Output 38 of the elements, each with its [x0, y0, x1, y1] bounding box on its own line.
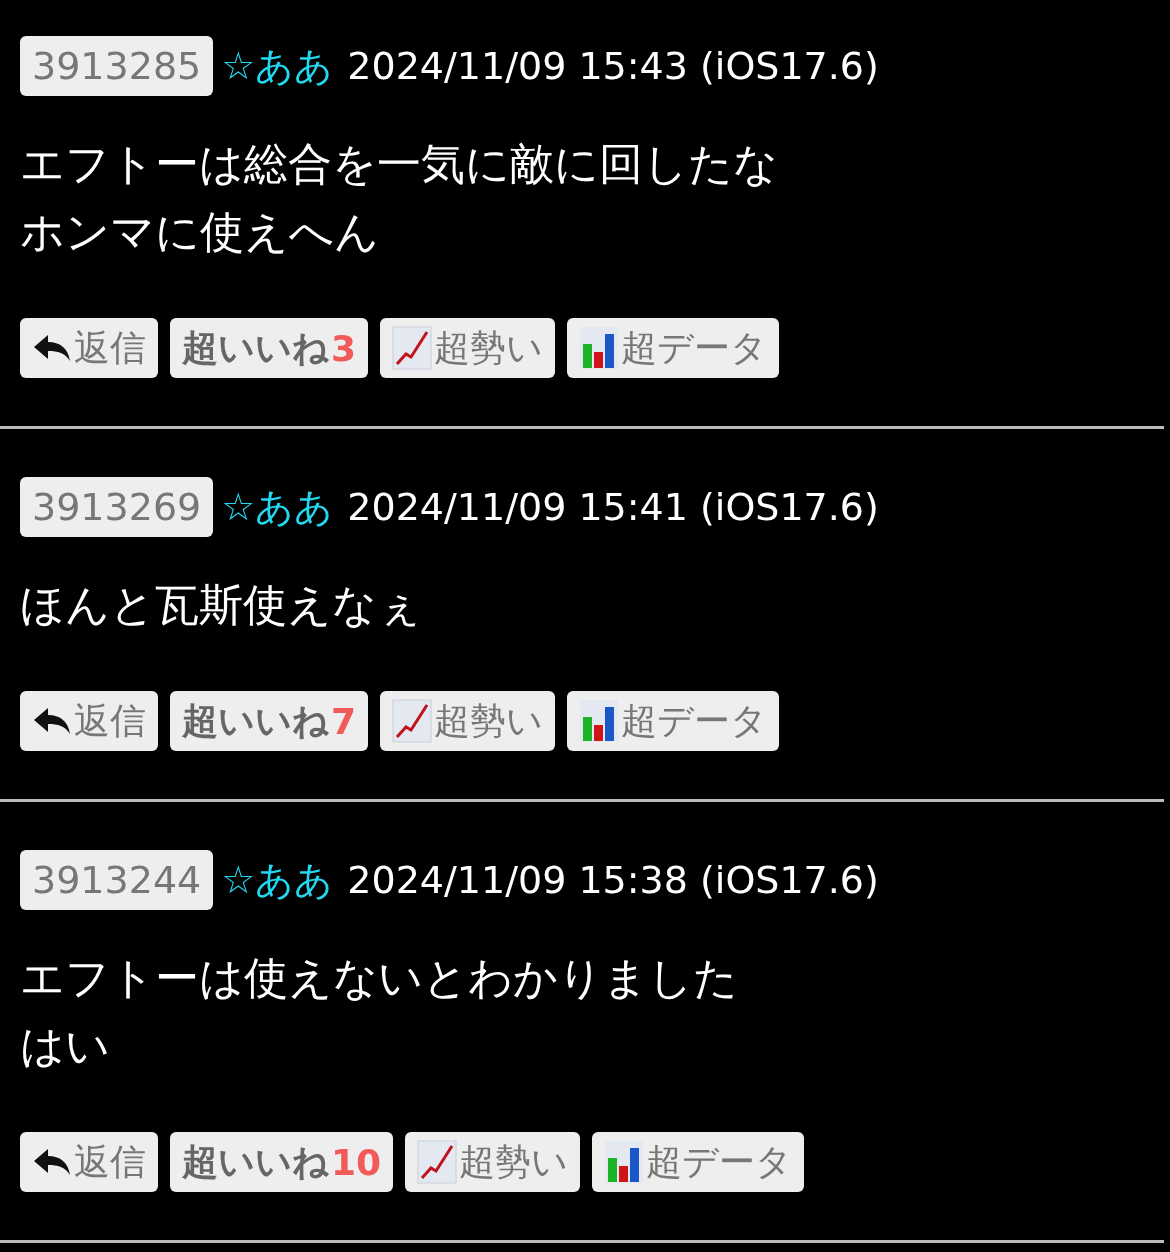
- like-count: 3: [331, 327, 357, 369]
- data-button[interactable]: 超データ: [592, 1132, 805, 1192]
- bar-chart-icon: [604, 1140, 645, 1184]
- post-date: 2024/11/09 15:38 (iOS17.6): [347, 858, 879, 902]
- post-text-line: ホンマに使えへん: [20, 205, 379, 259]
- poster-name: ☆ああ: [221, 483, 334, 531]
- reply-arrow-icon: [32, 1147, 72, 1177]
- post-date: 2024/11/09 15:41 (iOS17.6): [347, 485, 879, 529]
- line-chart-icon: [392, 699, 433, 743]
- line-chart-icon: [417, 1140, 458, 1184]
- data-button[interactable]: 超データ: [567, 318, 780, 378]
- data-button[interactable]: 超データ: [567, 691, 780, 751]
- super-like-button[interactable]: 超いいね10: [170, 1132, 394, 1192]
- post-date: 2024/11/09 15:43 (iOS17.6): [347, 44, 879, 88]
- poster-name: ☆ああ: [221, 42, 334, 90]
- super-like-button[interactable]: 超いいね3: [170, 318, 369, 378]
- post-number[interactable]: 3913285: [20, 36, 214, 96]
- post-text-line: ほんと瓦斯使えなぇ: [20, 578, 422, 632]
- post-number[interactable]: 3913244: [20, 850, 214, 910]
- reply-button[interactable]: 返信: [20, 1132, 158, 1192]
- trend-button[interactable]: 超勢い: [405, 1132, 581, 1192]
- post-number[interactable]: 3913269: [20, 477, 214, 537]
- super-like-button[interactable]: 超いいね7: [170, 691, 369, 751]
- reply-arrow-icon: [32, 333, 72, 363]
- trend-button[interactable]: 超勢い: [380, 318, 556, 378]
- reply-button[interactable]: 返信: [20, 691, 158, 751]
- post-text-line: はい: [20, 1019, 110, 1073]
- bar-chart-icon: [579, 699, 620, 743]
- post-text-line: エフトーは使えないとわかりました: [20, 951, 738, 1005]
- post-text-line: エフトーは総合を一気に敵に回したな: [20, 137, 778, 191]
- bar-chart-icon: [579, 326, 620, 370]
- line-chart-icon: [392, 326, 433, 370]
- poster-name: ☆ああ: [221, 856, 334, 904]
- trend-button[interactable]: 超勢い: [380, 691, 556, 751]
- reply-button[interactable]: 返信: [20, 318, 158, 378]
- like-count: 10: [331, 1141, 382, 1183]
- like-count: 7: [331, 700, 357, 742]
- reply-arrow-icon: [32, 706, 72, 736]
